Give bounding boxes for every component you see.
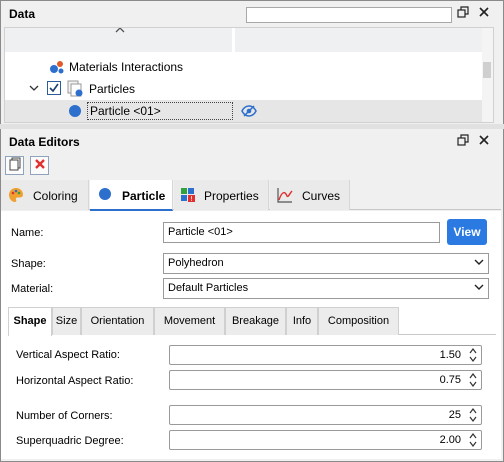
tab-coloring[interactable]: Coloring: [1, 180, 89, 210]
tab-particle[interactable]: Particle: [90, 180, 173, 211]
data-panel-title: Data: [9, 7, 36, 21]
vertical-aspect-ratio-label: Vertical Aspect Ratio:: [16, 349, 120, 361]
particle-sub-tabs: Shape Size Orientation Movement Breakage…: [8, 307, 496, 336]
spin-arrows-icon[interactable]: [469, 406, 477, 426]
data-tree: Materials Interactions Particles Particl…: [4, 27, 494, 123]
spinbox-value: 2.00: [439, 434, 461, 446]
new-document-icon: [9, 157, 21, 174]
particles-icon: [67, 80, 85, 101]
subtab-orientation[interactable]: Orientation: [81, 307, 154, 335]
spin-arrows-icon[interactable]: [469, 371, 477, 391]
subtab-info[interactable]: Info: [286, 307, 318, 335]
eye-icon[interactable]: [241, 104, 257, 121]
curves-icon: [277, 187, 293, 203]
tab-label: Particle: [122, 189, 166, 203]
data-panel-header: Data: [1, 2, 503, 26]
tree-item-materials-interactions[interactable]: Materials Interactions: [5, 56, 483, 78]
superquadric-degree-label: Superquadric Degree:: [16, 435, 124, 447]
tree-column-header[interactable]: [5, 28, 233, 52]
subtab-movement[interactable]: Movement: [154, 307, 225, 335]
chevron-down-icon: [474, 281, 484, 296]
view-button[interactable]: View: [447, 219, 487, 245]
data-search-input[interactable]: [246, 7, 452, 23]
tree-item-particle-01[interactable]: Particle <01>: [5, 100, 483, 122]
restore-icon[interactable]: [456, 134, 470, 148]
tab-label: Coloring: [33, 189, 78, 203]
tab-properties[interactable]: ! Properties: [174, 180, 269, 210]
tree-item-label: Materials Interactions: [69, 60, 184, 74]
tree-item-label: Particle <01>: [87, 102, 233, 120]
editors-panel-title: Data Editors: [9, 135, 80, 149]
horizontal-aspect-ratio-label: Horizontal Aspect Ratio:: [16, 375, 134, 387]
name-field[interactable]: Particle <01>: [163, 222, 440, 243]
number-of-corners-spinbox[interactable]: 25: [169, 405, 482, 425]
chevron-down-icon: [474, 256, 484, 271]
horizontal-aspect-ratio-spinbox[interactable]: 0.75: [169, 370, 482, 390]
spinbox-value: 1.50: [439, 349, 461, 361]
svg-text:!: !: [190, 195, 193, 203]
tab-label: Curves: [302, 189, 341, 203]
chevron-down-icon[interactable]: [29, 83, 39, 96]
new-document-button[interactable]: [5, 156, 24, 175]
editor-main-tabs: Coloring Particle ! Properties Curves: [1, 180, 501, 211]
palette-icon: [8, 187, 24, 203]
close-icon[interactable]: [477, 134, 491, 148]
subtab-shape[interactable]: Shape: [8, 307, 52, 336]
tab-curves[interactable]: Curves: [270, 180, 350, 210]
particle-dot-icon: [99, 188, 111, 200]
vertical-aspect-ratio-spinbox[interactable]: 1.50: [169, 345, 482, 365]
particle-icon: [69, 105, 81, 117]
tree-column-header-2[interactable]: [235, 28, 483, 52]
material-label: Material:: [11, 283, 54, 295]
tree-scrollbar[interactable]: [482, 28, 493, 122]
subtab-size[interactable]: Size: [52, 307, 81, 335]
spinbox-value: 25: [448, 409, 461, 421]
restore-icon[interactable]: [456, 6, 470, 20]
shape-label: Shape:: [11, 258, 46, 270]
panel-splitter[interactable]: [0, 124, 504, 129]
particles-checkbox[interactable]: [47, 81, 61, 95]
name-label: Name:: [11, 227, 44, 239]
subtab-composition[interactable]: Composition: [318, 307, 399, 335]
materials-interactions-icon: [49, 59, 65, 78]
spin-arrows-icon[interactable]: [469, 431, 477, 451]
tree-item-label: Particles: [89, 82, 136, 96]
number-of-corners-label: Number of Corners:: [16, 410, 113, 422]
delete-button[interactable]: [30, 156, 49, 175]
superquadric-degree-spinbox[interactable]: 2.00: [169, 430, 482, 450]
subtab-breakage[interactable]: Breakage: [225, 307, 286, 335]
close-icon[interactable]: [477, 6, 491, 20]
tree-scrollbar-thumb[interactable]: [483, 62, 491, 78]
tab-label: Properties: [204, 189, 259, 203]
shape-select[interactable]: Polyhedron: [163, 253, 489, 274]
material-select-value: Default Particles: [168, 282, 249, 294]
spin-arrows-icon[interactable]: [469, 346, 477, 366]
delete-icon: [34, 158, 46, 173]
spinbox-value: 0.75: [439, 374, 461, 386]
tree-item-particles[interactable]: Particles: [5, 78, 483, 100]
editors-panel-header: Data Editors: [1, 130, 503, 154]
material-select[interactable]: Default Particles: [163, 278, 489, 299]
shape-select-value: Polyhedron: [168, 257, 224, 269]
properties-icon: !: [180, 187, 196, 203]
